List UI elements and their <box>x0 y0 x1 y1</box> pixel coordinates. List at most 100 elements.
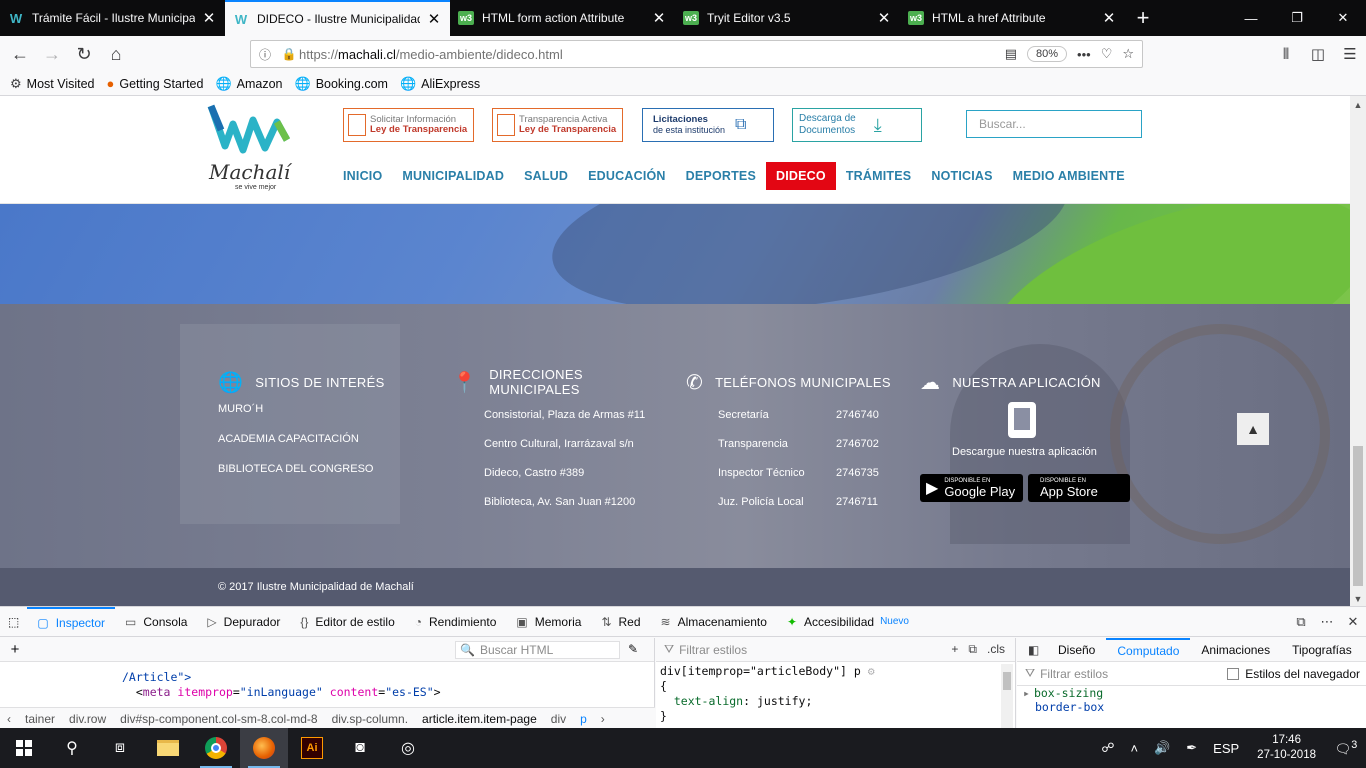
close-tab-icon[interactable]: ✕ <box>876 9 892 27</box>
breadcrumb-left-arrow-icon[interactable]: ‹ <box>7 712 11 726</box>
tab-accessibility[interactable]: ✦ Accesibilidad Nuevo <box>777 607 919 637</box>
breadcrumb-right-arrow-icon[interactable]: › <box>601 712 605 726</box>
bookmark-aliexpress[interactable]: 🌐 AliExpress <box>400 76 480 92</box>
close-tab-icon[interactable]: ✕ <box>1101 9 1117 27</box>
banner-transparencia-activa[interactable]: Transparencia Activa Ley de Transparencia <box>492 108 623 142</box>
people-icon[interactable]: ☍ <box>1093 740 1122 756</box>
breadcrumb-item[interactable]: p <box>580 712 587 726</box>
restore-icon[interactable]: ❐ <box>1274 0 1320 36</box>
breadcrumb-item[interactable]: div.row <box>69 712 106 726</box>
bookmark-most-visited[interactable]: ⚙ Most Visited <box>10 76 95 92</box>
footer-link[interactable]: BIBLIOTECA DEL CONGRESO <box>218 454 438 483</box>
volume-icon[interactable]: 🔊 <box>1146 740 1178 756</box>
task-view-icon[interactable]: ⧈ <box>96 728 144 768</box>
site-info-icon[interactable]: ⓘ <box>251 46 279 63</box>
language-indicator[interactable]: ESP <box>1205 741 1247 756</box>
tab-console[interactable]: ▭ Consola <box>115 607 197 637</box>
menu-item-salud[interactable]: SALUD <box>514 162 578 190</box>
pocket-icon[interactable]: ♡ <box>1101 46 1113 62</box>
add-node-icon[interactable]: + <box>0 641 30 658</box>
page-actions-icon[interactable]: ••• <box>1077 47 1091 62</box>
filter-styles-input[interactable]: Filtrar estilos <box>679 643 747 657</box>
scroll-up-icon[interactable]: ▲ <box>1350 100 1366 110</box>
tab-animations[interactable]: Animaciones <box>1190 643 1281 657</box>
file-explorer-icon[interactable] <box>144 728 192 768</box>
toggle-sidebar-icon[interactable]: ◧ <box>1017 643 1047 657</box>
tab-storage[interactable]: ≋ Almacenamiento <box>651 607 777 637</box>
chrome-icon[interactable] <box>192 728 240 768</box>
tab-computed[interactable]: Computado <box>1106 637 1191 662</box>
discord-icon[interactable]: ◙ <box>336 728 384 768</box>
more-options-icon[interactable]: ⋯ <box>1314 614 1340 630</box>
obs-icon[interactable]: ◎ <box>384 728 432 768</box>
markup-tag[interactable]: meta <box>143 685 171 699</box>
scroll-down-icon[interactable]: ▼ <box>1350 594 1366 604</box>
tab-fonts[interactable]: Tipografías <box>1281 643 1363 657</box>
menu-item-deportes[interactable]: DEPORTES <box>676 162 766 190</box>
menu-item-educacion[interactable]: EDUCACIÓN <box>578 162 676 190</box>
rule-value[interactable]: justify <box>757 694 805 708</box>
library-icon[interactable]: ⫴ <box>1270 46 1302 63</box>
menu-item-dideco[interactable]: DIDECO <box>766 162 836 190</box>
dock-icon[interactable]: ⧉ <box>1288 614 1314 630</box>
new-tab-button[interactable]: + <box>1125 0 1161 36</box>
breadcrumb-item[interactable]: div#sp-component.col-sm-8.col-md-8 <box>120 712 317 726</box>
computed-filter-input[interactable]: Filtrar estilos <box>1040 667 1108 681</box>
scrollbar-thumb[interactable] <box>1003 672 1011 690</box>
browser-tab-1[interactable]: W Trámite Fácil - Ilustre Municipa ✕ <box>0 0 225 36</box>
bookmark-booking[interactable]: 🌐 Booking.com <box>295 76 388 92</box>
menu-item-inicio[interactable]: INICIO <box>333 162 392 190</box>
menu-hamburger-icon[interactable]: ☰ <box>1334 45 1366 63</box>
checkbox-icon[interactable] <box>1227 667 1240 680</box>
firefox-icon[interactable] <box>240 728 288 768</box>
expand-arrow-icon[interactable]: ▸ <box>1023 686 1030 700</box>
reload-icon[interactable]: ↻ <box>68 38 100 70</box>
app-store-badge[interactable]: DISPONIBLE EN App Store <box>1028 474 1130 502</box>
add-rule-icon[interactable]: + <box>951 642 958 657</box>
clock[interactable]: 17:46 27-10-2018 <box>1247 733 1326 763</box>
close-window-icon[interactable]: ✕ <box>1320 0 1366 36</box>
page-scrollbar[interactable]: ▲ ▼ <box>1350 96 1366 606</box>
bookmark-star-icon[interactable]: ☆ <box>1122 46 1134 62</box>
browser-tab-2[interactable]: W DIDECO - Ilustre Municipalidad ✕ <box>225 0 450 36</box>
cls-toggle[interactable]: .cls <box>987 642 1005 657</box>
search-html-input[interactable]: 🔍 Buscar HTML <box>455 641 620 659</box>
breadcrumb-item[interactable]: tainer <box>25 712 55 726</box>
tab-style-editor[interactable]: {} Editor de estilo <box>290 607 404 637</box>
start-button[interactable] <box>0 728 48 768</box>
menu-item-municipalidad[interactable]: MUNICIPALIDAD <box>392 162 514 190</box>
back-arrow-icon[interactable]: ← <box>4 38 36 70</box>
browser-tab-5[interactable]: w3 HTML a href Attribute ✕ <box>900 0 1125 36</box>
notification-center-icon[interactable]: 🗨3 <box>1326 739 1366 757</box>
illustrator-icon[interactable]: Ai <box>288 728 336 768</box>
rule-options-icon[interactable]: ⚙ <box>868 664 875 678</box>
close-tab-icon[interactable]: ✕ <box>426 10 442 28</box>
bookmark-getting-started[interactable]: ● Getting Started <box>107 76 204 91</box>
banner-descarga-documentos[interactable]: Descarga de Documentos ⤓ <box>792 108 922 142</box>
sidebar-icon[interactable]: ◫ <box>1302 45 1334 63</box>
computed-row[interactable]: ▸ box-sizing <box>1023 686 1366 700</box>
footer-link[interactable]: ACADEMIA CAPACITACIÓN <box>218 424 438 453</box>
pen-icon[interactable]: ✒ <box>1178 740 1205 756</box>
footer-link[interactable]: MURO´H <box>218 394 438 423</box>
menu-item-noticias[interactable]: NOTICIAS <box>921 162 1002 190</box>
url-bar[interactable]: ⓘ 🔒 https:// machali.cl /medio-ambiente/… <box>250 40 1143 68</box>
menu-item-medio-ambiente[interactable]: MEDIO AMBIENTE <box>1003 162 1135 190</box>
element-picker-icon[interactable]: ⬚ <box>0 607 27 637</box>
eyedropper-icon[interactable]: ✎ <box>628 642 638 656</box>
minimize-icon[interactable]: — <box>1228 0 1274 36</box>
scroll-to-top-button[interactable]: ▲ <box>1237 413 1269 445</box>
close-devtools-icon[interactable]: ✕ <box>1340 614 1366 630</box>
tab-memory[interactable]: ▣ Memoria <box>506 607 591 637</box>
tray-overflow-icon[interactable]: ˄ <box>1122 741 1146 756</box>
rule-selector[interactable]: div[itemprop="articleBody"] p <box>660 664 861 678</box>
pseudo-class-icon[interactable]: ⧉ <box>968 642 977 657</box>
banner-solicitar-informacion[interactable]: Solicitar Información Ley de Transparenci… <box>343 108 474 142</box>
tab-layout[interactable]: Diseño <box>1047 643 1106 657</box>
reader-view-icon[interactable]: ▤ <box>1005 46 1017 62</box>
breadcrumb-item[interactable]: article.item.item-page <box>422 712 537 726</box>
machali-logo[interactable]: Machalí se vive mejor <box>207 100 291 196</box>
home-icon[interactable]: ⌂ <box>100 38 132 70</box>
bookmark-amazon[interactable]: 🌐 Amazon <box>215 76 282 92</box>
forward-arrow-icon[interactable]: → <box>36 38 68 70</box>
